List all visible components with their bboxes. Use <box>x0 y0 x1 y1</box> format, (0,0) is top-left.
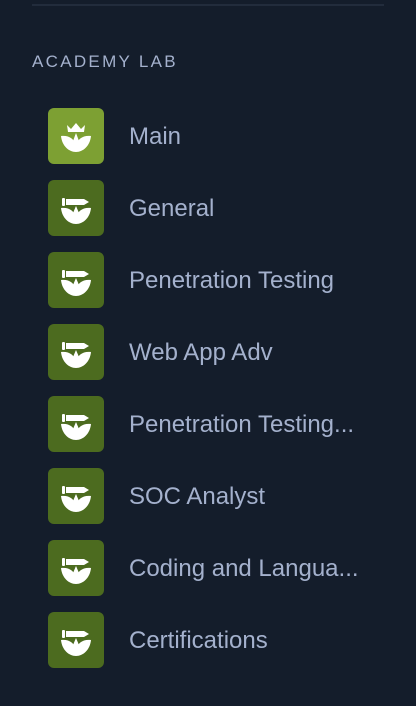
sword-badge-icon <box>48 396 104 452</box>
sidebar-item-soc-analyst[interactable]: SOC Analyst <box>0 460 416 532</box>
sidebar-item-label: Penetration Testing <box>129 267 335 294</box>
crown-badge-icon <box>48 108 104 164</box>
sidebar-item-label: SOC Analyst <box>129 483 266 510</box>
nav-list: Main General Penetration Testing Web App… <box>0 100 416 676</box>
sidebar-item-label: General <box>129 195 215 222</box>
sidebar-item-general[interactable]: General <box>0 172 416 244</box>
sidebar-item-label: Main <box>129 123 182 150</box>
sidebar-item-web-app-adv[interactable]: Web App Adv <box>0 316 416 388</box>
sidebar-item-label: Coding and Langua... <box>129 555 359 582</box>
sword-badge-icon <box>48 252 104 308</box>
sidebar-item-label: Web App Adv <box>129 339 273 366</box>
sidebar-item-penetration-testing-2[interactable]: Penetration Testing... <box>0 388 416 460</box>
sword-badge-icon <box>48 468 104 524</box>
sidebar-item-penetration-testing[interactable]: Penetration Testing <box>0 244 416 316</box>
sword-badge-icon <box>48 540 104 596</box>
sidebar-panel: ACADEMY LAB Main General Penetration Tes… <box>0 0 416 706</box>
section-divider <box>32 4 384 6</box>
sidebar-item-label: Certifications <box>129 627 268 654</box>
section-title: ACADEMY LAB <box>32 52 178 71</box>
sidebar-item-certifications[interactable]: Certifications <box>0 604 416 676</box>
sword-badge-icon <box>48 324 104 380</box>
sidebar-item-main[interactable]: Main <box>0 100 416 172</box>
sidebar-item-coding-and-languages[interactable]: Coding and Langua... <box>0 532 416 604</box>
sword-badge-icon <box>48 612 104 668</box>
sidebar-item-label: Penetration Testing... <box>129 411 355 438</box>
sword-badge-icon <box>48 180 104 236</box>
